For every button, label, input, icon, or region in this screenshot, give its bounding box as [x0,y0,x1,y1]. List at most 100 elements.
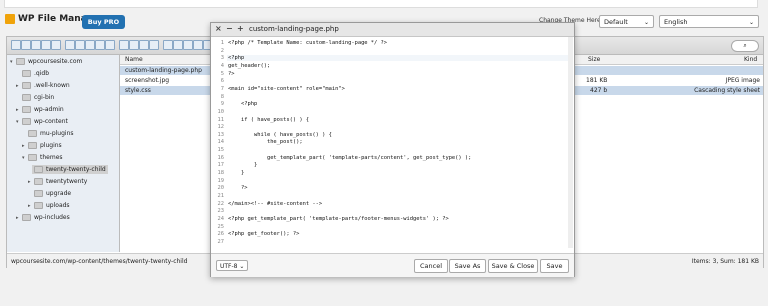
code-line: 24 <?php get_template_part( 'template-par… [211,216,574,222]
home-icon[interactable] [51,40,61,50]
tree-item-uploads[interactable]: ▸ uploads [28,202,70,209]
theme-select-value: Default [604,18,628,26]
upload-icon[interactable] [85,40,95,50]
rename-icon[interactable] [173,40,183,50]
maximize-icon[interactable]: + [237,24,244,33]
tree-item-themes[interactable]: ▾ themes [22,154,63,161]
encoding-select[interactable]: UTF-8 ⌄ [216,260,248,271]
info-icon[interactable] [105,40,115,50]
column-name[interactable]: Name [125,56,143,63]
download-icon[interactable] [95,40,105,50]
code-line: 13 while ( have_posts() ) { [211,132,574,138]
code-text: while ( have_posts() ) { [228,131,332,138]
language-select[interactable]: English ⌄ [659,15,759,28]
code-line: 17 } [211,162,574,168]
code-line: 2 [211,48,574,54]
dialog-title: custom-landing-page.php [249,25,339,33]
edit-icon[interactable] [183,40,193,50]
up-icon[interactable] [31,40,41,50]
line-number: 19 [217,177,225,184]
delete-icon[interactable] [163,40,173,50]
file-name: custom-landing-page.php [125,67,202,74]
line-number: 27 [217,238,225,245]
code-line: 11 if ( have_posts() ) { [211,117,574,123]
paste-icon[interactable] [149,40,159,50]
code-text: <main id="site-content" role="main"> [228,85,345,92]
file-size: 181 KB [586,77,608,84]
new-file-icon[interactable] [75,40,85,50]
line-number: 10 [217,108,225,115]
tree-item-plugins[interactable]: ▸ plugins [22,142,62,149]
language-select-value: English [664,18,688,26]
tree-item-twentytwenty[interactable]: ▸ twentytwenty [28,178,87,185]
buy-pro-button[interactable]: Buy PRO [82,15,125,29]
line-number: 23 [217,208,225,215]
cancel-button[interactable]: Cancel [414,259,448,273]
code-line: 23 [211,208,574,214]
tree-item-well-known[interactable]: ▸ .well-known [16,82,70,89]
save-as-button[interactable]: Save As [449,259,486,273]
code-line: 18 } [211,170,574,176]
code-area[interactable]: 1 <?php /* Template Name: custom-landing-… [211,37,574,248]
code-line: 20 ?> [211,185,574,191]
line-number: 18 [217,170,225,177]
code-text: <?php [228,55,245,62]
save-button[interactable]: Save [540,259,569,273]
file-kind: Cascading style sheet [694,87,760,94]
search-input[interactable]: ⌕ [731,40,759,52]
cut-icon[interactable] [139,40,149,50]
dialog-titlebar[interactable]: × − + custom-landing-page.php [211,23,574,37]
code-line: 27 [211,239,574,245]
tree-item-wp-admin[interactable]: ▸ wp-admin [16,106,64,113]
code-text: <?php [228,101,258,108]
archive-icon[interactable] [193,40,203,50]
column-size[interactable]: Size [588,56,600,63]
line-number: 14 [217,139,225,146]
code-line: 10 [211,109,574,115]
code-text: <?php get_template_part( 'template-parts… [228,215,449,222]
code-text: ?> [228,185,248,192]
search-icon: ⌕ [743,42,747,49]
column-kind[interactable]: Kind [744,56,757,63]
code-line: 8 [211,94,574,100]
line-number: 12 [217,124,225,131]
code-text: if ( have_posts() ) { [228,116,310,123]
code-text: get_template_part( 'template-parts/conte… [228,154,472,161]
dialog-footer: UTF-8 ⌄ Cancel Save As Save & Close Save [211,253,574,277]
code-editor-dialog: × − + custom-landing-page.php 1 <?php /* … [210,22,575,277]
tree-item-twenty-twenty-child[interactable]: twenty-twenty-child [32,165,108,174]
minimize-icon[interactable]: − [226,24,233,33]
tree-item-upgrade[interactable]: upgrade [34,190,71,197]
close-icon[interactable]: × [215,24,222,33]
preview-icon[interactable] [119,40,129,50]
line-number: 5 [220,70,224,77]
theme-select[interactable]: Default ⌄ [599,15,654,28]
reload-icon[interactable] [41,40,51,50]
tree-item-qidb[interactable]: .qidb [22,70,49,77]
code-line: 4 get_header(); [211,63,574,69]
line-number: 2 [220,47,224,54]
tree-root[interactable]: ▾ wpcoursesite.com [10,58,82,65]
new-folder-icon[interactable] [65,40,75,50]
forward-icon[interactable] [21,40,31,50]
back-icon[interactable] [11,40,21,50]
copy-icon[interactable] [129,40,139,50]
save-close-button[interactable]: Save & Close [488,259,538,273]
scrollbar[interactable] [568,37,573,248]
chevron-down-icon: ⌄ [643,19,649,26]
code-line: 16 get_template_part( 'template-parts/co… [211,155,574,161]
tree-item-wp-includes[interactable]: ▸ wp-includes [16,214,70,221]
tree-item-wp-content[interactable]: ▾ wp-content [16,118,68,125]
tree-item-mu-plugins[interactable]: mu-plugins [28,130,74,137]
top-strip [0,0,768,8]
tree-item-cgi-bin[interactable]: cgi-bin [22,94,54,101]
code-text: <?php get_footer(); ?> [228,231,300,238]
code-line: 19 [211,178,574,184]
code-text: } [228,170,245,177]
folder-tree: ▾ wpcoursesite.com .qidb ▸ .well-known cgi… [7,55,120,252]
line-number: 15 [217,147,225,154]
line-number: 3 [220,55,224,62]
code-line: 12 [211,124,574,130]
folder-icon [5,14,15,24]
code-line: 21 [211,193,574,199]
